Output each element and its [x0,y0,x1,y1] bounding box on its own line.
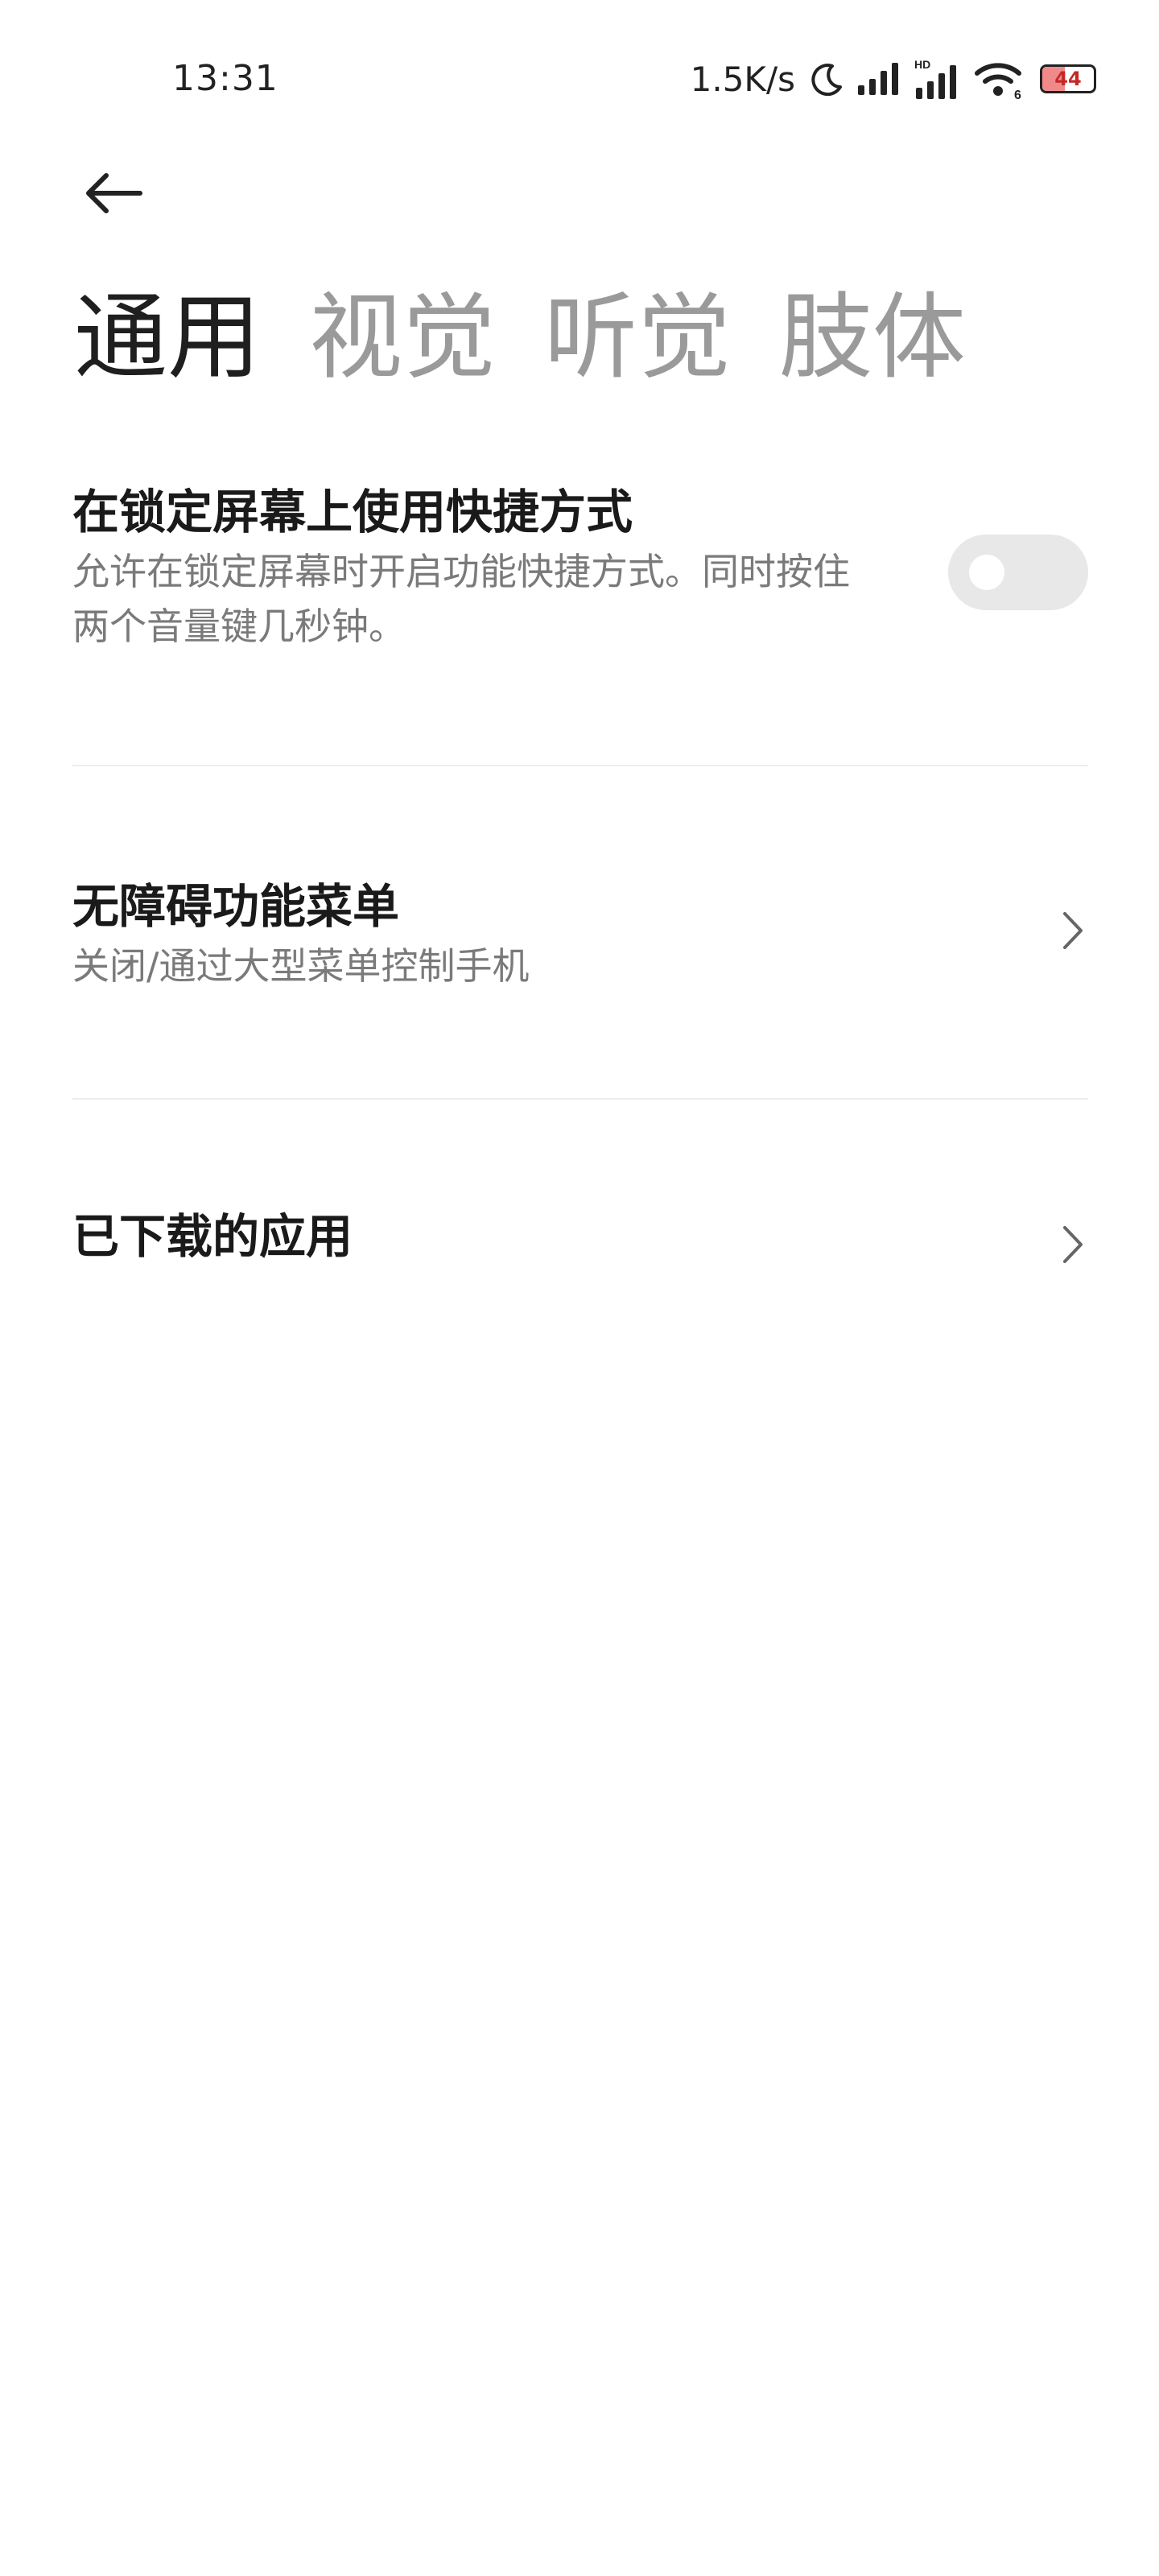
lock-screen-shortcut-description-line2: 两个音量键几秒钟。 [72,605,406,648]
cell-signal-icon [856,61,901,97]
battery-icon: 44 [1040,64,1096,93]
status-time: 13:31 [172,58,278,99]
chevron-right-icon [1056,906,1088,955]
lock-screen-shortcut-setting[interactable]: 在锁定屏幕上使用快捷方式 允许在锁定屏幕时开启功能快捷方式。同时按住 两个音量键… [72,480,1088,673]
tab-physical[interactable]: 肢体 [779,282,966,394]
wifi-icon: 6 [974,57,1025,101]
tab-general[interactable]: 通用 [74,282,261,394]
category-tabs: 通用 视觉 听觉 肢体 [74,282,966,394]
downloaded-apps-item[interactable]: 已下载的应用 [72,1204,1088,1285]
accessibility-menu-title: 无障碍功能菜单 [72,879,400,934]
status-icons: 1.5K/s HD 6 44 [691,55,1103,103]
status-bar: 13:31 1.5K/s HD 6 44 [0,0,1159,161]
lock-screen-shortcut-text: 在锁定屏幕上使用快捷方式 允许在锁定屏幕时开启功能快捷方式。同时按住 两个音量键… [72,480,942,654]
divider [72,1098,1088,1100]
divider [72,765,1088,766]
lock-screen-shortcut-title: 在锁定屏幕上使用快捷方式 [72,485,633,539]
battery-indicator: 44 [1037,64,1103,93]
lock-screen-shortcut-toggle[interactable] [948,535,1088,610]
accessibility-menu-item[interactable]: 无障碍功能菜单 关闭/通过大型菜单控制手机 [72,874,1088,1003]
lock-screen-shortcut-description-line1: 允许在锁定屏幕时开启功能快捷方式。同时按住 [72,550,850,593]
downloaded-apps-title: 已下载的应用 [72,1209,353,1264]
back-arrow-icon [86,173,142,213]
hd-label: HD [914,58,930,71]
moon-icon [810,61,845,97]
battery-level: 44 [1054,68,1082,90]
tab-hearing[interactable]: 听觉 [544,282,731,394]
network-speed: 1.5K/s [690,59,795,99]
chevron-right-icon [1056,1220,1088,1269]
back-button[interactable] [72,153,153,233]
tab-vision[interactable]: 视觉 [309,282,496,394]
accessibility-menu-description: 关闭/通过大型菜单控制手机 [72,944,530,988]
hd-cell-signal-icon: HD [913,57,963,101]
toggle-knob [969,555,1004,590]
wifi-label: 6 [1014,89,1021,101]
